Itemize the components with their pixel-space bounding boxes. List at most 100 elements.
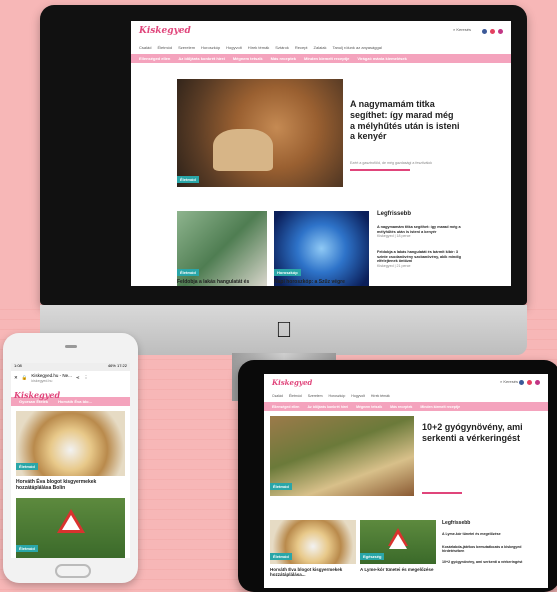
warning-sign-icon <box>388 527 408 549</box>
nav-item[interactable]: Életmód <box>157 45 172 50</box>
nav-item[interactable]: Hírek témák <box>248 45 270 50</box>
tablet-hero-title[interactable]: 10+2 gyógynövény, ami serkenti a vérkeri… <box>422 422 542 444</box>
url-sub: kiskegyed.hu <box>31 379 53 383</box>
share-icon[interactable]: ⋖ <box>76 375 80 381</box>
pinterest-icon[interactable] <box>535 379 540 385</box>
phone-header: Kiskegyed <box>11 385 130 400</box>
pink-link[interactable]: Ellenséged ellen <box>139 56 170 61</box>
url-title: Kiskegyed.hu - Ne... <box>31 373 72 378</box>
url-text[interactable]: Kiskegyed.hu - Ne... kiskegyed.hu <box>31 373 72 383</box>
pink-link[interactable]: Mégnem tetszik <box>233 56 263 61</box>
pink-link[interactable]: Mégnem tetszik <box>356 405 382 409</box>
tablet-header: Kiskegyed ⌕ Keresés <box>264 374 548 390</box>
card-tag[interactable]: Egészség <box>360 553 385 560</box>
desktop-search[interactable]: ⌕ Keresés <box>453 27 471 32</box>
facebook-icon[interactable] <box>482 28 487 34</box>
warning-sign-icon <box>56 508 85 533</box>
pink-link[interactable]: Más receptek <box>390 405 412 409</box>
nav-item[interactable]: Hírek témák <box>371 394 390 398</box>
tablet-search-label: Keresés <box>503 379 518 384</box>
card-title[interactable]: Feldobja a lakás hangulatát és <box>177 279 267 285</box>
hero-tag[interactable]: Életmód <box>270 483 292 490</box>
latest-item-title: Feldobja a lakás hangulatát és bármit ki… <box>377 250 461 264</box>
pink-link[interactable]: Más receptek <box>271 56 296 61</box>
desktop-nav: Család Életmód Szerelem Horoszkóp Hogyvo… <box>131 41 511 54</box>
phone-speaker <box>65 345 77 348</box>
desktop-monitor: Kiskegyed ⌕ Keresés Család Életmód Szere… <box>40 5 527 355</box>
tablet-search[interactable]: ⌕ Keresés <box>500 379 518 384</box>
tablet-social-icons <box>519 379 540 385</box>
pinterest-icon[interactable] <box>498 28 503 34</box>
latest-item[interactable]: A Lyme-kór tünetei és megelőzése <box>442 532 542 536</box>
nav-item[interactable]: Tanulj rólunk az anyasággal <box>332 45 381 50</box>
latest-item-meta: Kiskegyed | 18 perce <box>377 234 411 239</box>
nav-item[interactable]: Család <box>272 394 283 398</box>
pink-link[interactable]: Az időjárás konkrét hírei <box>307 405 348 409</box>
desktop-social-icons <box>482 28 503 34</box>
card-tag[interactable]: Horoszkóp <box>274 269 301 276</box>
pink-link[interactable]: Minden kiemelt receptje <box>304 56 349 61</box>
close-icon[interactable]: ✕ <box>14 375 18 381</box>
tablet-card-image-food[interactable]: Életmód <box>270 520 356 564</box>
pink-link[interactable]: Virágzó mánia kiemelések <box>357 56 407 61</box>
phone-card-image-food[interactable]: Életmód <box>16 411 125 476</box>
tablet-card-image-sign[interactable]: Egészség <box>360 520 436 564</box>
nav-item[interactable]: Szerelem <box>308 394 323 398</box>
pink-link[interactable]: Minden kiemelt receptje <box>420 405 460 409</box>
pink-link[interactable]: Az időjárás konkrét hírei <box>178 56 224 61</box>
nav-item[interactable]: Horoszkóp <box>329 394 346 398</box>
nav-item[interactable]: Sztárok <box>275 45 289 50</box>
hero-tag[interactable]: Életmód <box>177 176 199 183</box>
card-tag[interactable]: Életmód <box>16 463 38 470</box>
card-image-zodiac[interactable]: Horoszkóp <box>274 211 369 286</box>
phone-url-bar[interactable]: ✕ 🔒 Kiskegyed.hu - Ne... kiskegyed.hu ⋖ ⋮ <box>11 371 130 385</box>
latest-item-meta: Kiskegyed | 21 perce <box>377 263 411 268</box>
phone-card-image-sign[interactable]: Életmód <box>16 498 125 558</box>
phone-status-bar: 1:08 46% 17:22 <box>11 363 130 371</box>
hero-image[interactable]: Életmód <box>177 79 343 187</box>
nav-item[interactable]: Életmód <box>289 394 302 398</box>
latest-item[interactable]: A nagymamám titka segíthet: így marad mé… <box>377 225 467 238</box>
card-image-plant[interactable]: Életmód <box>177 211 267 286</box>
hero-title[interactable]: A nagymamám titka segíthet: így marad mé… <box>350 99 460 142</box>
facebook-icon[interactable] <box>519 379 524 385</box>
pink-link[interactable]: Gyorsan Ételek <box>19 399 48 404</box>
nav-item[interactable]: Zalaiak <box>314 45 327 50</box>
desktop-logo[interactable]: Kiskegyed <box>139 26 191 36</box>
tablet-device: Kiskegyed ⌕ Keresés Család Életmód Szere… <box>238 360 557 592</box>
tablet-screen: Kiskegyed ⌕ Keresés Család Életmód Szere… <box>264 374 548 588</box>
hero-excerpt: Ezért a gasztroföld, de még gazdasági a … <box>350 161 433 165</box>
card-tag[interactable]: Életmód <box>177 269 199 276</box>
tablet-hero-image[interactable]: Életmód <box>270 416 414 496</box>
latest-item[interactable]: Feldobja a lakás hangulatát és bármit ki… <box>377 250 467 268</box>
desktop-header: Kiskegyed ⌕ Keresés <box>131 21 511 41</box>
more-icon[interactable]: ⋮ <box>84 375 89 381</box>
nav-item[interactable]: Horoszkóp <box>201 45 220 50</box>
tablet-logo[interactable]: Kiskegyed <box>272 378 312 387</box>
instagram-icon[interactable] <box>527 379 532 385</box>
desktop-screen: Kiskegyed ⌕ Keresés Család Életmód Szere… <box>131 21 511 286</box>
card-tag[interactable]: Életmód <box>270 553 292 560</box>
tablet-card-title[interactable]: A Lyme-kór tünetei és megelőzése <box>360 567 436 572</box>
nav-item[interactable]: Család <box>139 45 151 50</box>
latest-item[interactable]: 10+2 gyógynövény, ami serkenti a vérkeri… <box>442 560 542 564</box>
latest-heading: Legfrissebb <box>377 211 412 217</box>
tablet-pink-bar: Ellenséged ellen Az időjárás konkrét hír… <box>264 402 548 411</box>
card-title[interactable]: Napi horoszkóp: a Szűz végre <box>274 279 369 285</box>
nav-item[interactable]: Hogyvolt <box>351 394 365 398</box>
tablet-nav: Család Életmód Szerelem Horoszkóp Hogyvo… <box>264 390 548 402</box>
card-tag[interactable]: Életmód <box>16 545 38 552</box>
tablet-card-title[interactable]: Horváth Éva blogot kisgyermekek hozzátáp… <box>270 567 356 578</box>
phone-device: 1:08 46% 17:22 ✕ 🔒 Kiskegyed.hu - Ne... k… <box>3 333 138 583</box>
pink-link[interactable]: Horváth Éva blo... <box>58 399 92 404</box>
latest-item[interactable]: Kosárlabda-játékos bemutatkozás a kiskeg… <box>442 545 542 554</box>
tablet-latest-heading: Legfrissebb <box>442 520 471 526</box>
phone-card-title[interactable]: Horváth Éva blogot kisgyermekek hozzátáp… <box>16 479 125 491</box>
nav-item[interactable]: Szerelem <box>178 45 195 50</box>
desktop-search-label: Keresés <box>456 27 471 32</box>
pink-link[interactable]: Ellenséged ellen <box>272 405 299 409</box>
home-button[interactable] <box>55 564 91 578</box>
nav-item[interactable]: Hogyvolt <box>226 45 242 50</box>
nav-item[interactable]: Recept <box>295 45 308 50</box>
instagram-icon[interactable] <box>490 28 495 34</box>
